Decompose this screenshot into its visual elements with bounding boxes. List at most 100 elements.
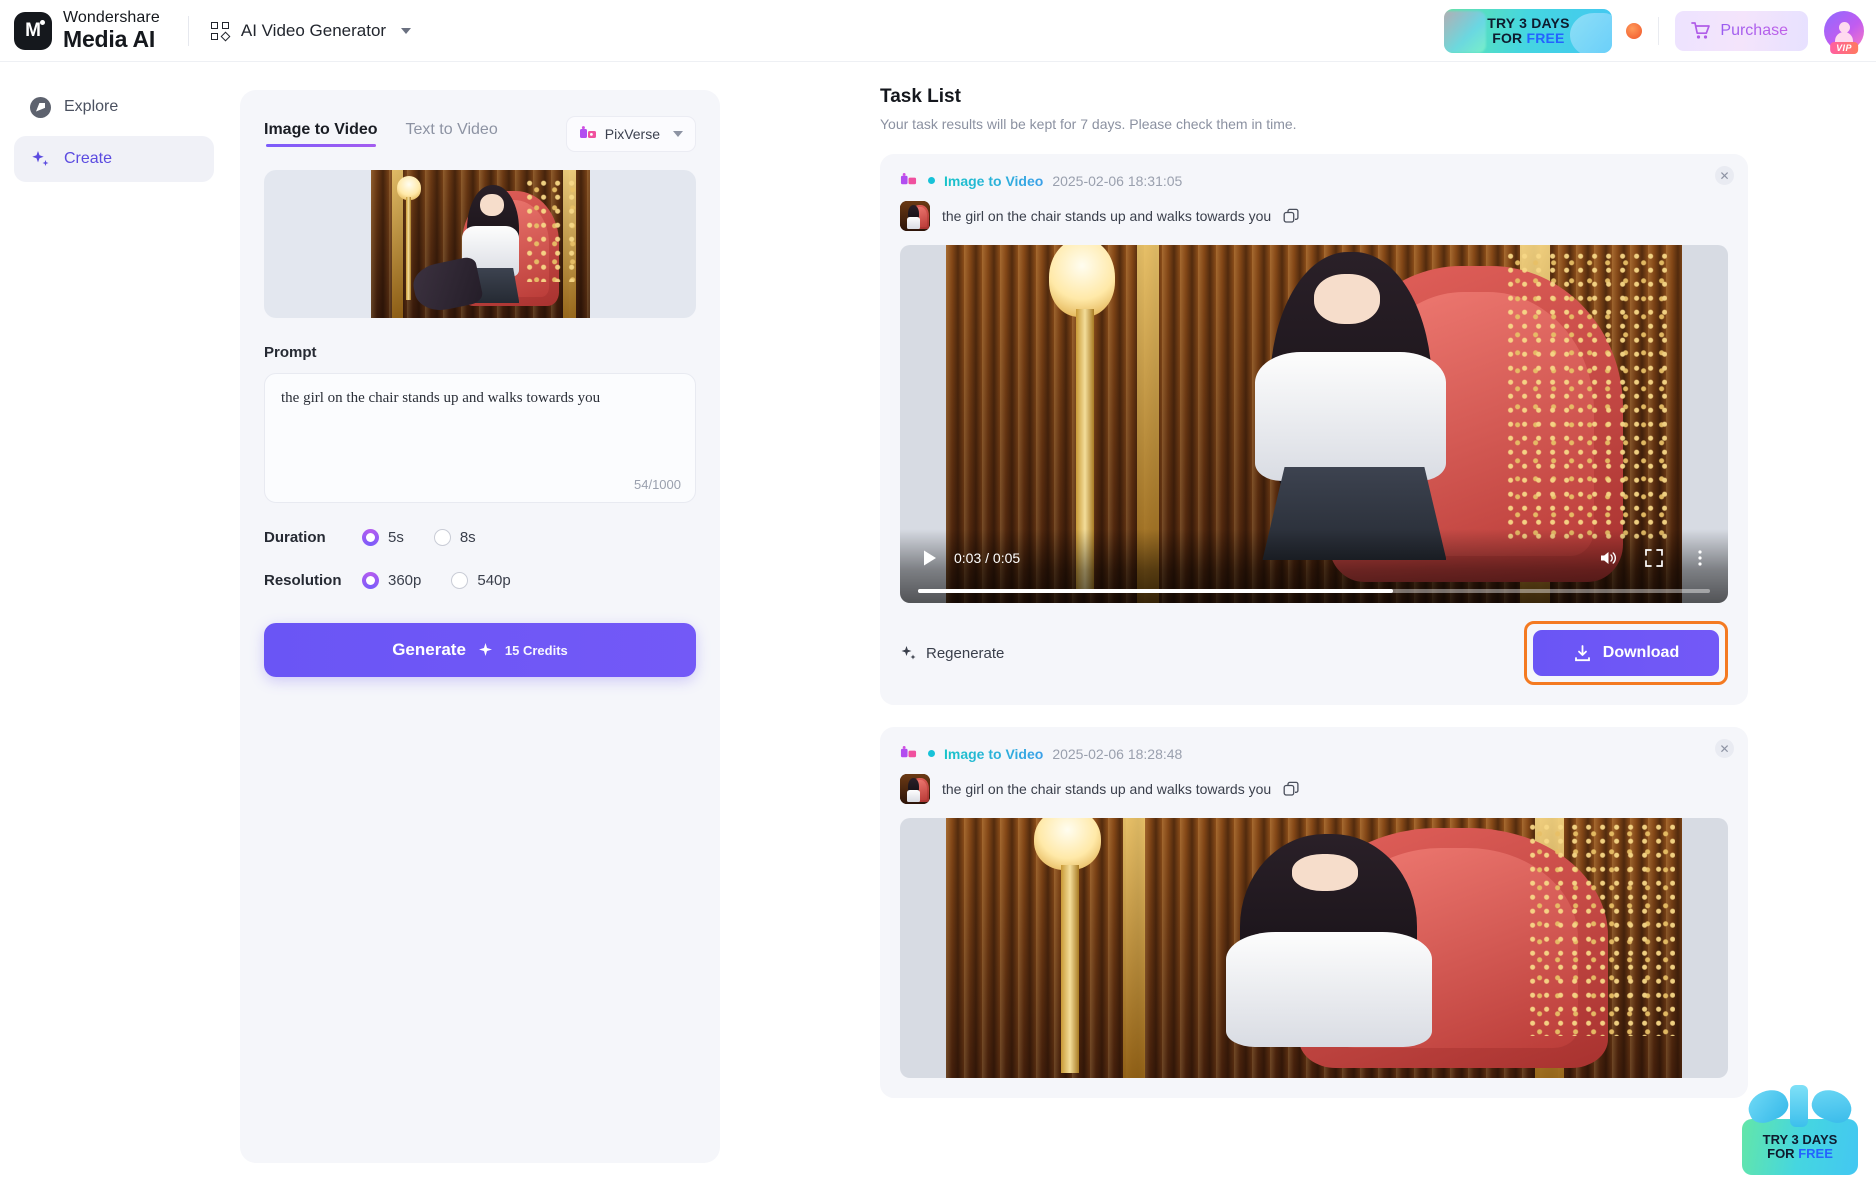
fullscreen-icon[interactable] xyxy=(1644,548,1664,568)
promo-line-2: FOR FREE xyxy=(1492,29,1565,46)
close-icon[interactable]: ✕ xyxy=(1715,739,1734,758)
task-source-thumbnail xyxy=(900,201,930,231)
sidebar-item-explore[interactable]: Explore xyxy=(14,84,214,130)
duration-option-8s[interactable]: 8s xyxy=(433,529,476,546)
duration-option-label: 5s xyxy=(388,529,404,546)
video-frame xyxy=(946,818,1682,1078)
task-list-subtitle: Your task results will be kept for 7 day… xyxy=(880,116,1297,132)
resolution-option-label: 360p xyxy=(388,572,422,589)
model-selector[interactable]: PixVerse xyxy=(565,116,696,152)
resolution-row: Resolution 360p 540p xyxy=(264,572,696,589)
header-right-group: TRY 3 DAYS FOR FREE Purchase VIP xyxy=(1444,8,1876,54)
shopping-cart-icon xyxy=(1691,21,1711,39)
task-timestamp: 2025-02-06 18:31:05 xyxy=(1052,172,1183,189)
radio-icon xyxy=(362,529,379,546)
model-name: PixVerse xyxy=(604,126,660,142)
video-player[interactable] xyxy=(900,818,1728,1078)
download-icon xyxy=(1574,644,1590,661)
grid-icon xyxy=(210,21,231,41)
generate-button[interactable]: Generate 15 Credits xyxy=(264,623,696,677)
task-card: ✕ Image to Video 2025-02-06 18:31:05 the… xyxy=(880,154,1748,705)
resolution-label: Resolution xyxy=(264,572,342,589)
purchase-button[interactable]: Purchase xyxy=(1675,10,1808,51)
brand-text: Wondershare Media AI xyxy=(63,10,160,51)
resolution-option-360p[interactable]: 360p xyxy=(362,572,421,589)
volume-icon[interactable] xyxy=(1598,548,1618,568)
promo-line-1: TRY 3 DAYS xyxy=(1487,14,1570,31)
video-progress-bar[interactable] xyxy=(918,589,1710,593)
resolution-option-540p[interactable]: 540p xyxy=(451,572,511,589)
chevron-down-icon xyxy=(401,27,412,34)
regenerate-label: Regenerate xyxy=(926,644,1005,662)
pixverse-icon xyxy=(579,125,597,143)
pixverse-icon xyxy=(900,172,917,189)
status-dot xyxy=(928,750,935,757)
generate-label: Generate xyxy=(392,640,466,659)
compass-icon xyxy=(30,96,51,118)
generate-credits: 15 Credits xyxy=(504,642,568,658)
radio-icon xyxy=(433,529,451,546)
floating-promo-banner[interactable]: TRY 3 DAYS FOR FREE xyxy=(1742,1083,1858,1175)
duration-option-label: 8s xyxy=(459,529,476,546)
purchase-label: Purchase xyxy=(1720,21,1788,39)
gift-dot-icon[interactable] xyxy=(1626,22,1643,39)
float-promo-line-1: TRY 3 DAYS xyxy=(1762,1131,1838,1147)
task-type-badge: Image to Video xyxy=(944,745,1044,762)
task-meta: Image to Video 2025-02-06 18:28:48 xyxy=(900,745,1728,762)
sparkle-icon xyxy=(901,645,916,659)
task-prompt-row: the girl on the chair stands up and walk… xyxy=(900,774,1728,804)
image-upload-area[interactable] xyxy=(264,170,696,318)
header-divider-2 xyxy=(1658,16,1660,45)
brand-line-1: Wondershare xyxy=(63,9,160,26)
brand-logo-group[interactable]: M Wondershare Media AI xyxy=(14,10,160,51)
prompt-input[interactable]: the girl on the chair stands up and walk… xyxy=(264,373,696,503)
more-vertical-icon[interactable] xyxy=(1690,548,1710,568)
copy-icon[interactable] xyxy=(1283,781,1300,798)
sidebar-item-create[interactable]: Create xyxy=(14,136,214,182)
character-counter: 54/1000 xyxy=(634,477,681,492)
uploaded-image-thumbnail xyxy=(370,170,590,318)
mode-tabs: Image to Video Text to Video PixVerse xyxy=(264,116,696,152)
duration-option-5s[interactable]: 5s xyxy=(362,529,404,546)
sidebar-item-label: Create xyxy=(64,150,113,167)
task-prompt-text: the girl on the chair stands up and walk… xyxy=(942,208,1272,224)
pixverse-icon xyxy=(900,745,917,762)
floating-promo-card: TRY 3 DAYS FOR FREE xyxy=(1742,1119,1858,1175)
task-prompt-row: the girl on the chair stands up and walk… xyxy=(900,201,1728,231)
app-header: M Wondershare Media AI AI Video Generato… xyxy=(0,0,1876,62)
video-time: 0:03 / 0:05 xyxy=(954,550,1021,566)
close-icon[interactable]: ✕ xyxy=(1715,166,1734,185)
video-progress-fill xyxy=(918,589,1394,593)
sidebar: Explore Create xyxy=(0,62,228,1189)
status-dot xyxy=(928,177,935,184)
gift-bow-icon xyxy=(1742,1083,1858,1128)
try-free-promo-button[interactable]: TRY 3 DAYS FOR FREE xyxy=(1444,8,1613,53)
copy-icon[interactable] xyxy=(1283,208,1300,225)
task-meta: Image to Video 2025-02-06 18:31:05 xyxy=(900,172,1728,189)
chevron-down-icon xyxy=(673,131,683,137)
task-timestamp: 2025-02-06 18:28:48 xyxy=(1052,745,1183,762)
prompt-label: Prompt xyxy=(264,344,317,361)
task-type-badge: Image to Video xyxy=(944,172,1044,189)
download-button[interactable]: Download xyxy=(1533,630,1719,676)
play-icon[interactable] xyxy=(918,547,940,569)
sidebar-item-label: Explore xyxy=(64,98,119,115)
regenerate-button[interactable]: Regenerate xyxy=(900,645,1004,662)
tab-image-to-video[interactable]: Image to Video xyxy=(264,121,378,147)
task-card: ✕ Image to Video 2025-02-06 18:28:48 the… xyxy=(880,727,1748,1098)
duration-label: Duration xyxy=(264,529,326,546)
avatar[interactable]: VIP xyxy=(1824,10,1864,54)
header-divider xyxy=(187,15,189,46)
media-ai-logo-icon: M xyxy=(14,11,52,50)
float-promo-line-2: FOR FREE xyxy=(1767,1146,1833,1161)
app-switcher[interactable]: AI Video Generator xyxy=(210,20,412,41)
prompt-value: the girl on the chair stands up and walk… xyxy=(281,390,601,406)
tab-text-to-video[interactable]: Text to Video xyxy=(406,121,498,147)
generation-panel: Image to Video Text to Video PixVerse Pr… xyxy=(240,90,720,1163)
download-highlight: Download xyxy=(1524,621,1728,685)
promo-text: TRY 3 DAYS FOR FREE xyxy=(1487,16,1569,45)
sparkle-icon xyxy=(478,642,492,656)
video-player[interactable]: 0:03 / 0:05 xyxy=(900,245,1728,603)
page-title: Task List xyxy=(880,86,961,107)
app-switcher-label: AI Video Generator xyxy=(240,20,387,40)
